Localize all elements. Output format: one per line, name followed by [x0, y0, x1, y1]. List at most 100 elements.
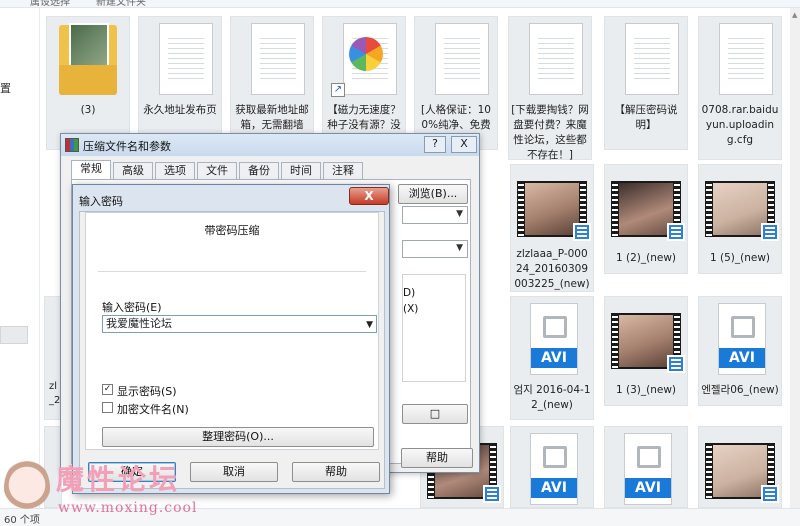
checkbox-label: 显示密码(S): [117, 385, 177, 398]
file-tile-shortcut[interactable]: ↗ 【磁力无速度？种子没有源？没: [322, 16, 406, 150]
close-icon[interactable]: X: [349, 187, 389, 205]
chevron-down-icon[interactable]: ▼: [456, 243, 463, 253]
video-thumbnail-icon: [517, 181, 591, 241]
tab-files[interactable]: 文件: [197, 162, 237, 180]
document-icon: [529, 23, 583, 95]
winrar-app-icon: [65, 138, 79, 152]
folder-icon: [59, 23, 117, 95]
document-icon: [719, 23, 773, 95]
toolbar-item[interactable]: 属设选择: [30, 0, 70, 7]
vertical-scrollbar[interactable]: ▲: [790, 8, 800, 508]
archive-name-combo[interactable]: ▼: [402, 206, 468, 224]
checkbox-label: 加密文件名(N): [117, 403, 189, 416]
browse-button[interactable]: 浏览(B)...: [398, 184, 468, 204]
partial-button[interactable]: □: [402, 404, 468, 424]
avi-tile[interactable]: AVI: [604, 426, 688, 508]
video-thumbnail-icon: [705, 443, 779, 503]
video-thumbnail-icon: [611, 313, 685, 373]
dialog-titlebar[interactable]: 输入密码: [73, 185, 389, 211]
file-tile[interactable]: 获取最新地址邮箱，无需翻墙: [230, 16, 314, 150]
ok-button[interactable]: 确定: [88, 462, 176, 482]
video-tile[interactable]: 1 (2)_(new): [604, 164, 688, 274]
file-label: 0708.rar.baiduyun.uploading.cfg: [701, 104, 779, 146]
help-button[interactable]: 帮助: [292, 462, 380, 482]
tab-advanced[interactable]: 高级: [113, 162, 153, 180]
toolbar-item[interactable]: 新建文件夹: [96, 0, 146, 7]
partial-label: _2: [49, 395, 61, 406]
shortcut-arrow-icon: ↗: [331, 83, 345, 97]
password-panel: 带密码压缩 输入密码(E) 我爱魔性论坛 ▼ ✓ 显示密码(S) 加密文件名(N…: [85, 212, 379, 450]
update-mode-combo[interactable]: ▼: [402, 240, 468, 258]
item-count: 60 个项: [4, 515, 40, 526]
dialog-body: 带密码压缩 输入密码(E) 我爱魔性论坛 ▼ ✓ 显示密码(S) 加密文件名(N…: [79, 211, 385, 489]
file-label: zlzlaaa_P-00024_20160309003225_(new): [514, 248, 590, 290]
tab-options[interactable]: 选项: [155, 162, 195, 180]
tab-time[interactable]: 时间: [281, 162, 321, 180]
file-label: 【解压密码说明】: [614, 104, 678, 131]
password-value: 我爱魔性论坛: [106, 317, 172, 330]
video-tile[interactable]: zlzlaaa_P-00024_20160309003225_(new): [510, 164, 594, 292]
file-tile[interactable]: 永久地址发布页: [138, 16, 222, 150]
tab-backup[interactable]: 备份: [239, 162, 279, 180]
password-dialog: 输入密码 X 带密码压缩 输入密码(E) 我爱魔性论坛 ▼ ✓ 显示密码(S) …: [72, 184, 390, 494]
tab-general[interactable]: 常规: [71, 160, 111, 180]
avi-tile[interactable]: AVI: [510, 426, 594, 508]
checkbox-unchecked-icon[interactable]: [102, 402, 113, 413]
file-tile[interactable]: [人格保证：100%纯净、免费: [414, 16, 498, 150]
pinwheel-icon: [349, 37, 383, 71]
file-label: 【磁力无速度？种子没有源？没: [327, 104, 401, 131]
file-tile-folder[interactable]: (3): [46, 16, 130, 150]
help-icon[interactable]: ?: [424, 136, 446, 153]
divider: [98, 271, 366, 272]
avi-tile[interactable]: AVI 엔젤라06_(new): [698, 296, 782, 406]
nav-selected-item[interactable]: [0, 326, 28, 344]
video-tile[interactable]: [698, 426, 782, 508]
avi-file-icon: AVI: [624, 433, 672, 505]
encrypt-filenames-checkbox[interactable]: 加密文件名(N): [102, 401, 322, 416]
file-label: 1 (5)_(new): [709, 252, 771, 264]
close-icon[interactable]: X: [451, 136, 477, 153]
video-tile[interactable]: 1 (3)_(new): [604, 296, 688, 406]
scroll-up-icon[interactable]: ▲: [792, 11, 797, 19]
file-tile[interactable]: [下载要掏钱？网盘要付费？来魔性论坛，这些都不存在！]: [508, 16, 592, 161]
file-label: 1 (3)_(new): [615, 384, 677, 396]
avi-file-icon: AVI: [530, 433, 578, 505]
avi-file-icon: AVI: [530, 303, 578, 375]
file-tile[interactable]: 【解压密码说明】: [604, 16, 688, 150]
file-label: [下载要掏钱？网盘要付费？来魔性论坛，这些都不存在！]: [511, 104, 589, 161]
dialog-titlebar[interactable]: 压缩文件名和参数 ? X: [61, 134, 479, 156]
password-input[interactable]: 我爱魔性论坛 ▼: [102, 315, 377, 333]
document-icon: [435, 23, 489, 95]
video-tile[interactable]: 1 (5)_(new): [698, 164, 782, 274]
file-label: 엄지 2016-04-12_(new): [513, 384, 591, 411]
chevron-down-icon[interactable]: ▼: [366, 317, 373, 333]
status-bar: 60 个项: [0, 508, 800, 526]
archive-options-group: D) (X): [402, 274, 466, 382]
cancel-button[interactable]: 取消: [190, 462, 278, 482]
help-button[interactable]: 帮助: [401, 448, 473, 468]
option-label: (X): [403, 303, 419, 315]
document-icon: [251, 23, 305, 95]
option-label: D): [403, 287, 416, 299]
navigation-pane: 置: [0, 8, 40, 508]
avi-tile[interactable]: AVI 엄지 2016-04-12_(new): [510, 296, 594, 420]
chevron-down-icon[interactable]: ▼: [456, 209, 463, 219]
file-label: [人格保证：100%纯净、免费: [421, 104, 491, 131]
file-label: (3): [80, 104, 96, 116]
tab-comment[interactable]: 注释: [323, 162, 363, 180]
file-label: 获取最新地址邮箱，无需翻墙: [235, 104, 309, 131]
video-thumbnail-icon: [705, 181, 779, 241]
password-field-label: 输入密码(E): [102, 301, 162, 314]
document-icon: [625, 23, 679, 95]
show-password-checkbox[interactable]: ✓ 显示密码(S): [102, 383, 322, 398]
organize-passwords-button[interactable]: 整理密码(O)...: [102, 427, 374, 447]
explorer-toolbar: 属设选择 新建文件夹: [0, 0, 800, 8]
checkbox-checked-icon[interactable]: ✓: [102, 384, 113, 395]
dialog-subtitle: 带密码压缩: [204, 224, 260, 237]
file-tile[interactable]: 0708.rar.baiduyun.uploading.cfg: [698, 16, 782, 160]
dialog-title: 压缩文件名和参数: [83, 140, 171, 153]
file-label: 永久地址发布页: [143, 104, 217, 116]
partial-label: zl: [49, 381, 58, 392]
avi-file-icon: AVI: [718, 303, 766, 375]
document-icon: [159, 23, 213, 95]
